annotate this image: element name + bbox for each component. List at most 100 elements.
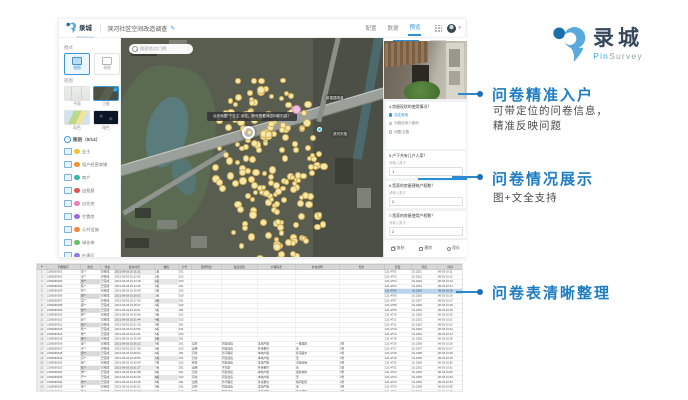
layer-checkbox-icon[interactable] bbox=[64, 187, 72, 195]
survey-marker[interactable] bbox=[278, 251, 285, 257]
survey-marker[interactable] bbox=[282, 155, 288, 161]
apps-grid-icon[interactable] bbox=[435, 25, 442, 32]
survey-marker[interactable] bbox=[252, 169, 260, 177]
collapse-icon[interactable]: − bbox=[64, 136, 71, 143]
survey-marker[interactable] bbox=[262, 171, 267, 176]
survey-marker[interactable] bbox=[300, 173, 306, 179]
survey-marker[interactable] bbox=[316, 151, 322, 157]
survey-marker[interactable] bbox=[299, 195, 304, 200]
survey-marker[interactable] bbox=[293, 222, 299, 228]
survey-marker[interactable] bbox=[251, 78, 257, 84]
survey-marker[interactable] bbox=[279, 147, 285, 153]
survey-marker[interactable] bbox=[305, 201, 313, 209]
scroll-indicator[interactable] bbox=[418, 178, 467, 180]
survey-marker[interactable] bbox=[320, 221, 327, 228]
survey-marker[interactable] bbox=[303, 238, 309, 244]
survey-marker[interactable] bbox=[257, 86, 265, 94]
map-search-input[interactable]: 搜索地点/门牌 bbox=[129, 44, 193, 54]
survey-marker[interactable] bbox=[313, 165, 318, 170]
cluster-marker-pink[interactable] bbox=[292, 105, 301, 114]
basemap-plain[interactable]: 平面 bbox=[64, 86, 90, 107]
survey-marker[interactable] bbox=[258, 78, 265, 85]
chevron-down-icon[interactable]: ▾ bbox=[458, 25, 461, 31]
save-button[interactable]: 保存 bbox=[447, 246, 460, 251]
survey-marker[interactable] bbox=[269, 166, 277, 174]
avatar[interactable] bbox=[447, 24, 456, 33]
survey-marker[interactable] bbox=[260, 219, 267, 226]
selected-point-ring-icon[interactable] bbox=[242, 126, 255, 139]
survey-marker[interactable] bbox=[304, 101, 312, 109]
survey-marker[interactable] bbox=[281, 197, 287, 203]
survey-marker[interactable] bbox=[248, 233, 255, 240]
survey-marker[interactable] bbox=[290, 251, 296, 257]
survey-marker[interactable] bbox=[309, 170, 315, 176]
survey-marker[interactable] bbox=[225, 124, 232, 131]
survey-marker[interactable] bbox=[219, 185, 226, 192]
survey-marker[interactable] bbox=[280, 78, 285, 83]
copy-button[interactable]: 复制 bbox=[391, 246, 404, 251]
survey-marker[interactable] bbox=[293, 147, 299, 153]
survey-marker[interactable] bbox=[269, 197, 274, 202]
layer-row[interactable]: 空置房 bbox=[64, 210, 120, 223]
survey-marker[interactable] bbox=[274, 201, 280, 207]
basemap-satellite[interactable]: ✓ 卫星 bbox=[93, 86, 119, 107]
survey-marker[interactable] bbox=[273, 243, 281, 251]
survey-marker[interactable] bbox=[235, 78, 241, 84]
survey-marker[interactable] bbox=[242, 225, 248, 231]
survey-marker[interactable] bbox=[239, 177, 247, 185]
survey-marker[interactable] bbox=[227, 172, 235, 180]
layer-row[interactable]: 绿化带 bbox=[64, 236, 120, 249]
survey-marker[interactable] bbox=[268, 121, 274, 127]
layer-row[interactable]: 商户 bbox=[64, 171, 120, 184]
survey-marker[interactable] bbox=[235, 94, 242, 101]
survey-marker[interactable] bbox=[233, 102, 239, 108]
survey-marker[interactable] bbox=[292, 141, 297, 146]
edit-title-icon[interactable]: ✎ bbox=[170, 25, 175, 32]
layer-checkbox-icon[interactable] bbox=[64, 226, 72, 234]
mode-card-table[interactable]: 表格 bbox=[94, 53, 120, 75]
satellite-map[interactable]: 搜索地点/门牌 点击地图“个业主”点位，即可查看对应问卷内容！ 新建路隧道 滨河… bbox=[121, 38, 383, 257]
survey-marker[interactable] bbox=[275, 188, 282, 195]
survey-marker[interactable] bbox=[226, 157, 234, 165]
survey-marker[interactable] bbox=[279, 230, 285, 236]
number-input[interactable]: 1 bbox=[389, 167, 463, 176]
layer-row[interactable]: 租户经营商铺 bbox=[64, 158, 120, 171]
survey-marker[interactable] bbox=[273, 182, 280, 189]
survey-marker[interactable] bbox=[235, 160, 240, 165]
layer-checkbox-icon[interactable] bbox=[64, 200, 72, 208]
survey-marker[interactable] bbox=[285, 102, 291, 108]
survey-marker[interactable] bbox=[263, 141, 268, 146]
radio-option[interactable]: 自住使用 bbox=[389, 113, 463, 118]
nav-item-data[interactable]: 数据 bbox=[386, 21, 399, 35]
table-row[interactable]: 262106030026魏**已完成2021-06-03 10:36:589栋1… bbox=[37, 390, 463, 392]
radio-option[interactable]: 闲置/空置 bbox=[389, 130, 463, 135]
survey-marker[interactable] bbox=[265, 131, 272, 138]
survey-marker[interactable] bbox=[212, 164, 219, 171]
survey-marker[interactable] bbox=[249, 156, 256, 163]
survey-marker[interactable] bbox=[217, 146, 222, 151]
survey-marker[interactable] bbox=[232, 180, 239, 187]
radio-option[interactable]: 出租给他人使用 bbox=[389, 121, 463, 126]
survey-marker[interactable] bbox=[231, 230, 236, 235]
layer-row[interactable]: 出租屋 bbox=[64, 184, 120, 197]
delete-button[interactable]: 删除 bbox=[419, 246, 432, 251]
mode-card-map[interactable]: 地图 bbox=[64, 53, 90, 75]
number-input[interactable]: 2 bbox=[389, 197, 463, 206]
layer-checkbox-icon[interactable] bbox=[64, 161, 72, 169]
survey-marker[interactable] bbox=[237, 206, 244, 213]
survey-table-screenshot[interactable]: #问卷编号姓名状态提交时间楼栋户号现状用途改造意愿户籍情况补充说明照片经度纬度时… bbox=[36, 263, 463, 392]
survey-marker[interactable] bbox=[320, 163, 327, 170]
survey-marker[interactable] bbox=[256, 147, 262, 153]
nav-item-config[interactable]: 配置 bbox=[364, 21, 377, 35]
layer-row[interactable]: 业主 bbox=[64, 145, 120, 158]
survey-marker[interactable] bbox=[317, 212, 323, 218]
survey-marker[interactable] bbox=[290, 186, 298, 194]
survey-marker[interactable] bbox=[265, 232, 272, 239]
survey-marker[interactable] bbox=[250, 197, 255, 202]
survey-marker[interactable] bbox=[253, 190, 258, 195]
survey-marker[interactable] bbox=[282, 134, 289, 141]
survey-marker[interactable] bbox=[243, 144, 249, 150]
survey-marker[interactable] bbox=[298, 213, 306, 221]
layer-row[interactable]: 自住房 bbox=[64, 197, 120, 210]
nav-item-preview[interactable]: 预览 bbox=[408, 20, 421, 36]
